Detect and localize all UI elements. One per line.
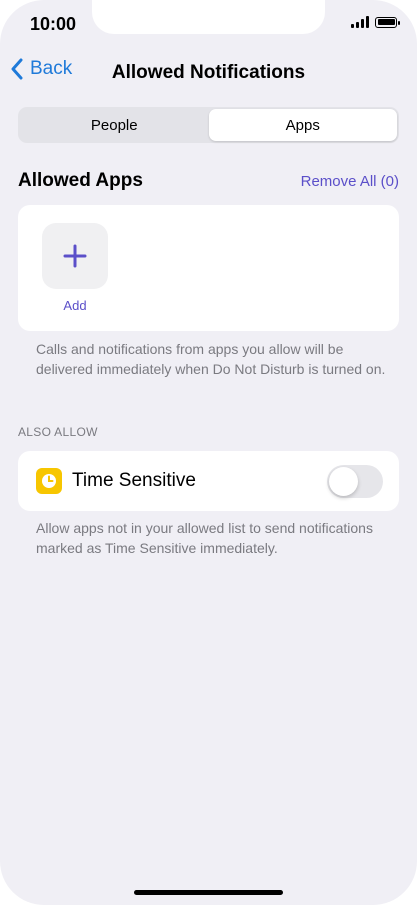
also-allow-header: ALSO ALLOW	[18, 425, 98, 439]
home-indicator[interactable]	[134, 890, 283, 895]
add-app-button[interactable]	[42, 223, 108, 289]
tab-people[interactable]: People	[20, 109, 209, 141]
status-time: 10:00	[30, 14, 77, 34]
time-sensitive-row: Time Sensitive	[18, 451, 399, 511]
allowed-apps-header: Allowed Apps Remove All (0)	[18, 170, 399, 194]
add-app-label[interactable]: Add	[42, 298, 108, 313]
status-icons	[351, 16, 400, 28]
page-title: Allowed Notifications	[111, 62, 306, 83]
remove-all-button[interactable]: Remove All (0)	[301, 173, 399, 190]
battery-icon	[375, 16, 400, 28]
segmented-control: People Apps	[18, 107, 399, 143]
time-sensitive-toggle[interactable]	[327, 465, 383, 498]
allowed-apps-footnote: Calls and notifications from apps you al…	[36, 341, 386, 377]
time-sensitive-label: Time Sensitive	[72, 470, 196, 491]
navigation-bar: Back Allowed Notifications	[0, 58, 417, 90]
allowed-apps-card: Add	[18, 205, 399, 331]
allowed-apps-title: Allowed Apps	[18, 170, 143, 191]
toggle-knob	[329, 467, 358, 496]
time-sensitive-footnote: Allow apps not in your allowed list to s…	[36, 520, 373, 556]
plus-icon	[63, 244, 87, 268]
tab-apps[interactable]: Apps	[208, 109, 397, 141]
clock-icon	[36, 468, 62, 494]
cellular-signal-icon	[351, 16, 369, 28]
phone-screen: 10:00 Back Allowed Notifications People …	[0, 0, 417, 905]
notch	[92, 0, 325, 34]
